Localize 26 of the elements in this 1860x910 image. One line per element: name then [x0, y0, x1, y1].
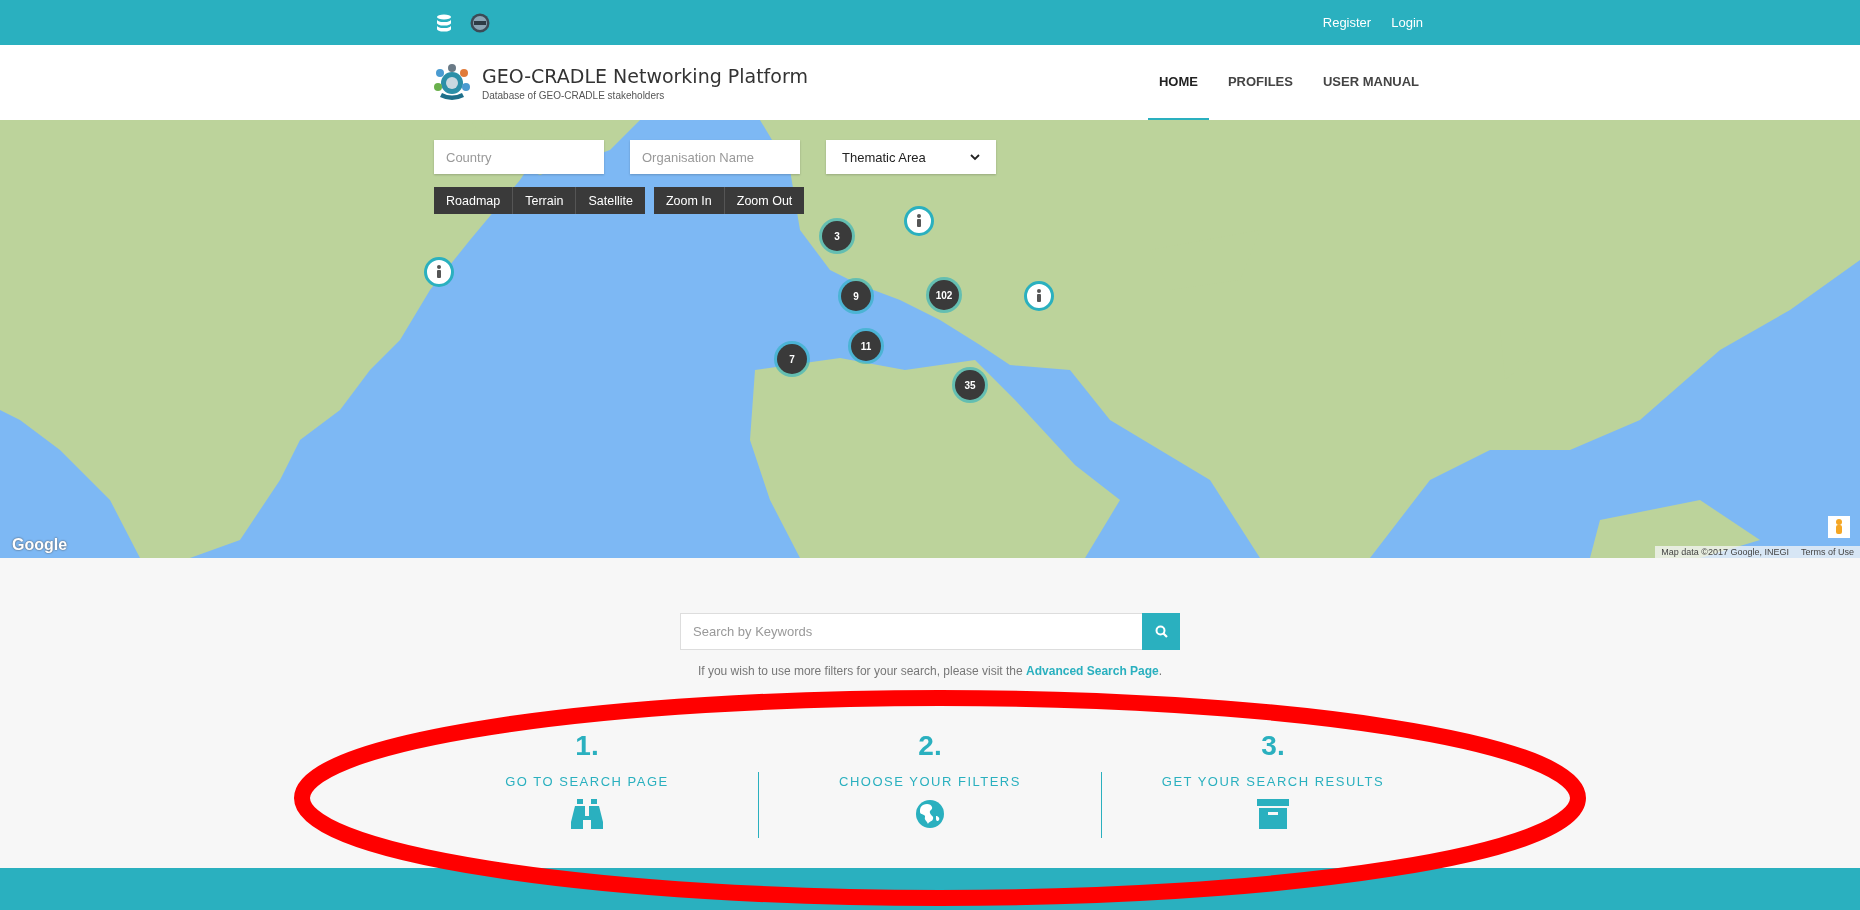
filter-input[interactable]: Organisation Name — [630, 140, 800, 174]
thematic-area-dropdown[interactable]: Thematic Area — [826, 140, 996, 174]
network-logo-icon[interactable] — [432, 62, 472, 103]
keyword-search-field[interactable]: Search by Keywords — [680, 613, 1142, 650]
database-icon[interactable] — [436, 13, 452, 32]
terms-link[interactable]: Terms of Use — [1795, 546, 1860, 558]
map-attribution: Map data ©2017 Google, INEGI — [1660, 546, 1790, 558]
step-number: 3. — [1261, 730, 1285, 762]
map-logo: Google — [12, 536, 68, 554]
site-title[interactable]: GEO-CRADLE Networking Platform — [482, 64, 808, 87]
filter-input[interactable]: Country — [434, 140, 604, 174]
nav-tab[interactable]: USER MANUAL — [1311, 45, 1430, 120]
step-label: CHOOSE YOUR FILTERS — [839, 774, 1021, 789]
site-subtitle: Database of GEO-CRADLE stakeholders — [482, 89, 666, 101]
search-button[interactable] — [1142, 613, 1180, 650]
binoculars-icon — [570, 799, 604, 829]
globe-icon — [915, 799, 945, 829]
chevron-down-icon — [970, 153, 980, 161]
search-hint: If you wish to use more filters for your search, please visit the Advanced Search Page. — [697, 664, 1163, 678]
step-number: 1. — [575, 730, 599, 762]
archive-box-icon — [1257, 799, 1289, 829]
step-label: GET YOUR SEARCH RESULTS — [1161, 774, 1385, 789]
nav-tab[interactable]: PROFILES — [1216, 45, 1304, 120]
step-number: 2. — [918, 730, 942, 762]
step-label: GO TO SEARCH PAGE — [505, 774, 669, 789]
search-icon — [1154, 625, 1168, 638]
